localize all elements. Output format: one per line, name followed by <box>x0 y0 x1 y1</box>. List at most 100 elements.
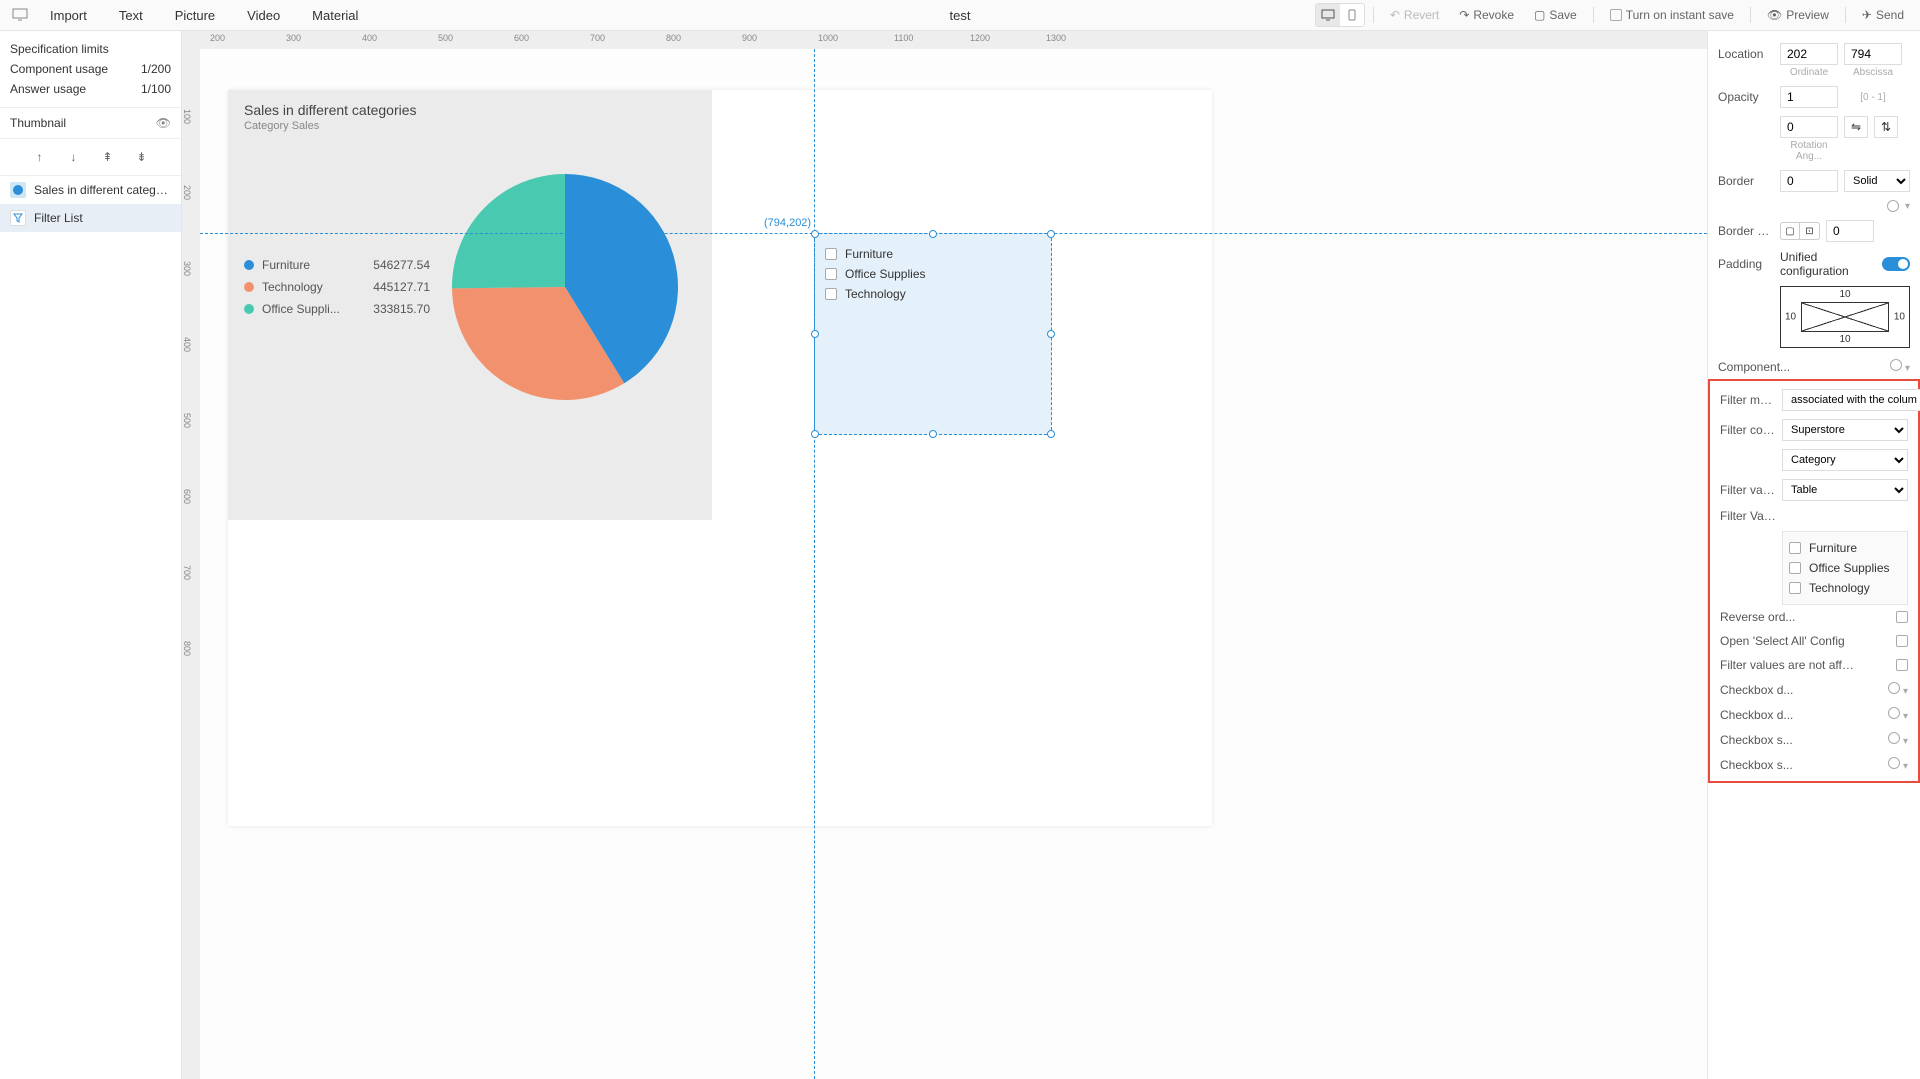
radius-mode-toggle[interactable]: ▢ ⊡ <box>1780 222 1820 240</box>
flip-vertical-icon[interactable]: ⇅ <box>1874 116 1898 138</box>
filter-column-select[interactable]: Category <box>1782 449 1908 471</box>
color-swatch[interactable] <box>1888 757 1900 769</box>
ordinate-input[interactable] <box>1780 43 1838 65</box>
checkbox-selected-label: Checkbox s... <box>1720 733 1793 747</box>
border-radius-input[interactable] <box>1826 220 1874 242</box>
revoke-button[interactable]: ↷Revoke <box>1451 4 1522 26</box>
filter-value-item[interactable]: Office Supplies <box>1789 558 1901 578</box>
eye-icon[interactable]: 👁 <box>156 116 171 130</box>
border-style-select[interactable]: Solid <box>1844 170 1910 192</box>
checkbox-icon <box>1789 582 1801 594</box>
filter-mode-select[interactable]: associated with the colum <box>1782 389 1920 411</box>
filter-option[interactable]: Technology <box>825 284 1041 304</box>
resize-handle-sw[interactable] <box>811 430 819 438</box>
component-color-swatch[interactable] <box>1890 359 1902 371</box>
menu-import[interactable]: Import <box>36 4 101 27</box>
resize-handle-w[interactable] <box>811 330 819 338</box>
send-icon: ✈ <box>1862 8 1872 22</box>
send-back-icon[interactable]: ⇟ <box>134 149 150 165</box>
color-swatch[interactable] <box>1888 682 1900 694</box>
filter-option[interactable]: Office Supplies <box>825 264 1041 284</box>
filter-mode-label: Filter mode <box>1720 393 1776 407</box>
opacity-input[interactable] <box>1780 86 1838 108</box>
filter-value-item[interactable]: Technology <box>1789 578 1901 598</box>
menu-video[interactable]: Video <box>233 4 294 27</box>
bring-front-icon[interactable]: ⇞ <box>100 149 116 165</box>
resize-handle-se[interactable] <box>1047 430 1055 438</box>
filter-value-item[interactable]: Furniture <box>1789 538 1901 558</box>
send-button[interactable]: ✈Send <box>1854 4 1912 26</box>
reverse-order-label: Reverse ord... <box>1720 610 1795 624</box>
chevron-down-icon: ▾ <box>1905 201 1910 212</box>
preview-button[interactable]: 👁Preview <box>1759 4 1837 26</box>
chart-component[interactable]: Sales in different categories Category S… <box>228 90 712 520</box>
resize-handle-n[interactable] <box>929 230 937 238</box>
select-all-label: Open 'Select All' Config <box>1720 634 1845 648</box>
chevron-down-icon: ▾ <box>1905 363 1910 374</box>
filter-list-component[interactable]: Furniture Office Supplies Technology <box>814 233 1052 435</box>
color-swatch[interactable] <box>1888 707 1900 719</box>
dashboard-frame: Sales in different categories Category S… <box>228 90 1212 826</box>
component-usage-label: Component usage <box>10 62 108 76</box>
rotation-input[interactable] <box>1780 116 1838 138</box>
menu-picture[interactable]: Picture <box>161 4 229 27</box>
canvas[interactable]: 2003004005006007008009001000110012001300… <box>182 31 1707 1079</box>
desktop-icon <box>1321 9 1335 21</box>
thumbnail-label: Thumbnail <box>10 116 66 130</box>
resize-handle-ne[interactable] <box>1047 230 1055 238</box>
revert-button[interactable]: ↶Revert <box>1382 4 1447 26</box>
checkbox-icon <box>825 248 837 260</box>
padding-label: Padding <box>1718 257 1774 271</box>
eye-icon: 👁 <box>1767 8 1782 22</box>
mobile-device-button[interactable] <box>1340 4 1364 26</box>
desktop-device-button[interactable] <box>1316 4 1340 26</box>
filter-option[interactable]: Furniture <box>825 244 1041 264</box>
checkbox-selected-label: Checkbox s... <box>1720 758 1793 772</box>
selection-coordinates: (794,202) <box>764 217 811 229</box>
move-up-icon[interactable]: ↑ <box>32 149 48 165</box>
instant-save-toggle[interactable]: Turn on instant save <box>1602 4 1742 26</box>
filter-value-list: Furniture Office Supplies Technology <box>1782 531 1908 605</box>
layer-item-filter[interactable]: Filter List <box>0 204 181 232</box>
reverse-order-checkbox[interactable] <box>1896 611 1908 623</box>
chart-title: Sales in different categories <box>244 102 696 118</box>
properties-panel: Location OrdinateAbscissa Opacity [0 - 1… <box>1707 31 1920 1079</box>
vertical-ruler: 100200300400500600700800 <box>182 49 200 1079</box>
select-all-checkbox[interactable] <box>1896 635 1908 647</box>
border-width-input[interactable] <box>1780 170 1838 192</box>
resize-handle-nw[interactable] <box>811 230 819 238</box>
filter-icon <box>13 213 23 223</box>
flip-horizontal-icon[interactable]: ⇋ <box>1844 116 1868 138</box>
save-button[interactable]: ▢Save <box>1526 4 1585 26</box>
checkbox-icon <box>825 268 837 280</box>
not-affected-checkbox[interactable] <box>1896 659 1908 671</box>
checkbox-icon <box>1789 562 1801 574</box>
chevron-down-icon: ▾ <box>1903 686 1908 697</box>
resize-handle-e[interactable] <box>1047 330 1055 338</box>
border-color-swatch[interactable] <box>1887 200 1899 212</box>
component-usage-value: 1/200 <box>141 62 171 76</box>
menu-material[interactable]: Material <box>298 4 372 27</box>
abscissa-input[interactable] <box>1844 43 1902 65</box>
menu-text[interactable]: Text <box>105 4 157 27</box>
redo-icon: ↷ <box>1459 8 1469 22</box>
radius-split-icon: ⊡ <box>1800 222 1820 240</box>
pie-chart-icon <box>12 184 24 196</box>
answer-usage-label: Answer usage <box>10 82 86 96</box>
resize-handle-s[interactable] <box>929 430 937 438</box>
unified-padding-toggle[interactable] <box>1882 257 1910 271</box>
not-affected-label: Filter values are not affected by others <box>1720 658 1860 672</box>
color-swatch[interactable] <box>1888 732 1900 744</box>
spec-limits-label: Specification limits <box>10 42 109 56</box>
filter-value-type-label: Filter value ... <box>1720 483 1776 497</box>
chart-legend: Furniture546277.54Technology445127.71Off… <box>244 254 430 320</box>
border-radius-label: Border Radi... <box>1718 224 1774 238</box>
filter-dataset-select[interactable]: Superstore <box>1782 419 1908 441</box>
monitor-icon[interactable] <box>8 3 32 27</box>
filter-value-type-select[interactable]: Table <box>1782 479 1908 501</box>
layer-item-chart[interactable]: Sales in different catego... <box>0 176 181 204</box>
move-down-icon[interactable]: ↓ <box>66 149 82 165</box>
chevron-down-icon: ▾ <box>1903 711 1908 722</box>
pie-chart <box>450 172 680 402</box>
filter-column-label: Filter colum... <box>1720 423 1776 437</box>
